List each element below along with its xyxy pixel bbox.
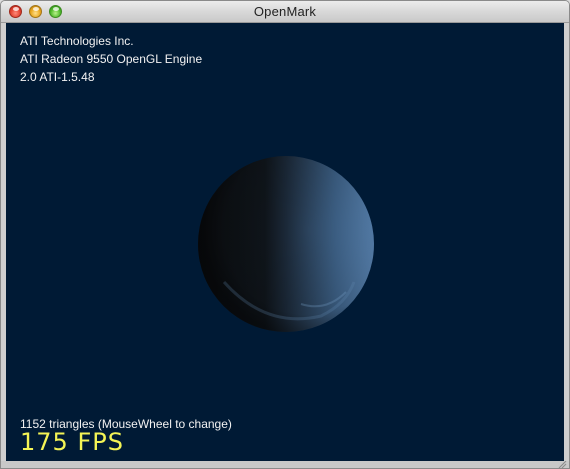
window-title: OpenMark	[253, 4, 317, 19]
opengl-viewport[interactable]: ATI Technologies Inc. ATI Radeon 9550 Op…	[6, 23, 564, 463]
resize-grip-icon[interactable]	[557, 461, 567, 468]
window-bottom-edge	[1, 461, 569, 468]
rendered-sphere	[196, 154, 376, 334]
gl-version-label: 2.0 ATI-1.5.48	[20, 70, 95, 84]
fps-counter: 175 FPS	[20, 428, 124, 456]
openmark-window: OpenMark ATI Technologies Inc. ATI Radeo…	[0, 0, 570, 469]
gl-vendor-label: ATI Technologies Inc.	[20, 34, 134, 48]
title-bar[interactable]: OpenMark	[1, 1, 569, 23]
gl-renderer-label: ATI Radeon 9550 OpenGL Engine	[20, 52, 203, 66]
sphere-graphic	[198, 156, 374, 332]
